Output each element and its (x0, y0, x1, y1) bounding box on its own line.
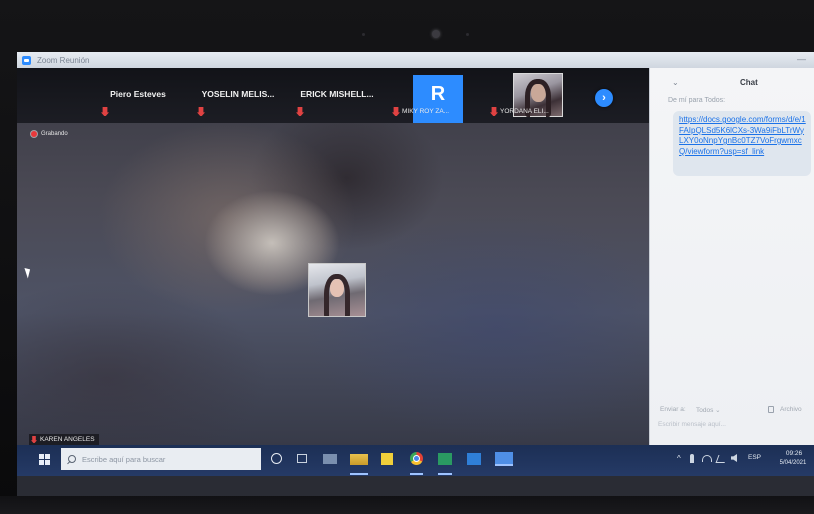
pen-icon[interactable] (715, 455, 728, 463)
active-speaker-label: KAREN ANGELES (29, 434, 99, 445)
recording-indicator[interactable]: Grabando (31, 131, 68, 137)
running-indicator (350, 473, 368, 475)
chat-input[interactable] (658, 418, 808, 430)
mic-muted-icon (31, 436, 37, 443)
file-icon[interactable] (768, 406, 774, 413)
network-icon[interactable] (702, 455, 712, 462)
chevron-down-icon[interactable]: ⌄ (672, 78, 679, 87)
screen: Zoom Reunión — Piero Esteves YOSELIN MEL… (17, 52, 814, 496)
mic-muted-icon (197, 107, 205, 116)
webcam (432, 30, 440, 38)
excel-icon[interactable] (438, 453, 452, 465)
bezel-sensor-right (466, 33, 469, 36)
participant-name: MIKY ROY ZA... (402, 108, 450, 115)
clock-date[interactable]: 5/04/2021 (773, 460, 813, 466)
people-icon[interactable] (690, 454, 694, 463)
gallery-next-button[interactable]: › (595, 89, 613, 107)
zoom-title-bar: Zoom Reunión — (17, 52, 814, 68)
file-explorer-icon[interactable] (350, 454, 368, 465)
participant-name: YORDANA ELI... (500, 108, 549, 115)
running-indicator (410, 473, 423, 475)
tray-overflow-icon[interactable]: ^ (677, 454, 681, 463)
laptop-chin (0, 496, 814, 514)
participant-tile-yoselin[interactable]: YOSELIN MELIS... (193, 68, 283, 123)
minimize-button[interactable]: — (797, 54, 806, 64)
chevron-right-icon: › (602, 92, 606, 104)
active-speaker-name: KAREN ANGELES (40, 436, 95, 443)
record-icon (31, 131, 37, 137)
participant-tile-piero[interactable]: Piero Esteves (97, 68, 179, 123)
chat-message: https://docs.google.com/forms/d/e/1FAIpQ… (673, 111, 811, 176)
send-to-label: Enviar a: (660, 406, 686, 413)
zoom-taskbar-icon[interactable] (495, 452, 513, 466)
active-speaker-avatar (308, 263, 366, 317)
clock-time[interactable]: 09:26 (779, 450, 809, 457)
bezel-sensor-left (362, 33, 365, 36)
participant-tile-miky[interactable]: R (413, 75, 463, 123)
outlook-icon[interactable] (467, 453, 481, 465)
taskbar-search[interactable] (61, 448, 261, 470)
chat-title: Chat (740, 78, 758, 87)
task-view-icon[interactable] (297, 454, 307, 463)
mic-muted-icon (101, 107, 109, 116)
chat-message-link[interactable]: https://docs.google.com/forms/d/e/1FAIpQ… (679, 115, 807, 157)
windows-taskbar: ^ ESP 09:26 5/04/2021 (17, 445, 814, 476)
avatar-face (330, 279, 344, 297)
language-indicator[interactable]: ESP (748, 454, 761, 461)
chrome-icon[interactable] (410, 452, 423, 465)
taskbar-search-input[interactable] (82, 454, 252, 464)
zoom-app-icon (22, 55, 31, 65)
window-title: Zoom Reunión (37, 55, 90, 65)
windows-start-button[interactable] (39, 454, 50, 465)
cortana-icon[interactable] (271, 453, 282, 464)
running-indicator (438, 473, 452, 475)
file-button[interactable]: Archivo (780, 406, 802, 413)
participant-name: YOSELIN MELIS... (201, 89, 275, 99)
chat-panel: ⌄ Chat De mí para Todos: https://docs.go… (649, 68, 814, 445)
mic-muted-icon (490, 107, 498, 116)
app-icon[interactable] (323, 454, 337, 464)
chat-sender-label: De mí para Todos: (668, 97, 726, 104)
video-area: Piero Esteves YOSELIN MELIS... ERICK MIS… (17, 68, 649, 445)
send-to-dropdown[interactable]: Todos ⌄ (696, 406, 721, 414)
mic-muted-icon (392, 107, 400, 116)
mic-muted-icon (296, 107, 304, 116)
volume-icon[interactable] (731, 454, 737, 462)
participant-tile-erick[interactable]: ERICK MISHELL... (293, 68, 381, 123)
mouse-cursor-icon (24, 266, 33, 279)
avatar-letter: R (430, 83, 446, 105)
gallery-strip: Piero Esteves YOSELIN MELIS... ERICK MIS… (17, 68, 649, 123)
search-icon (68, 455, 76, 463)
sticky-notes-icon[interactable] (381, 453, 393, 465)
participant-name: ERICK MISHELL... (300, 89, 374, 99)
participant-name: Piero Esteves (110, 89, 166, 99)
recording-label: Grabando (41, 131, 68, 137)
